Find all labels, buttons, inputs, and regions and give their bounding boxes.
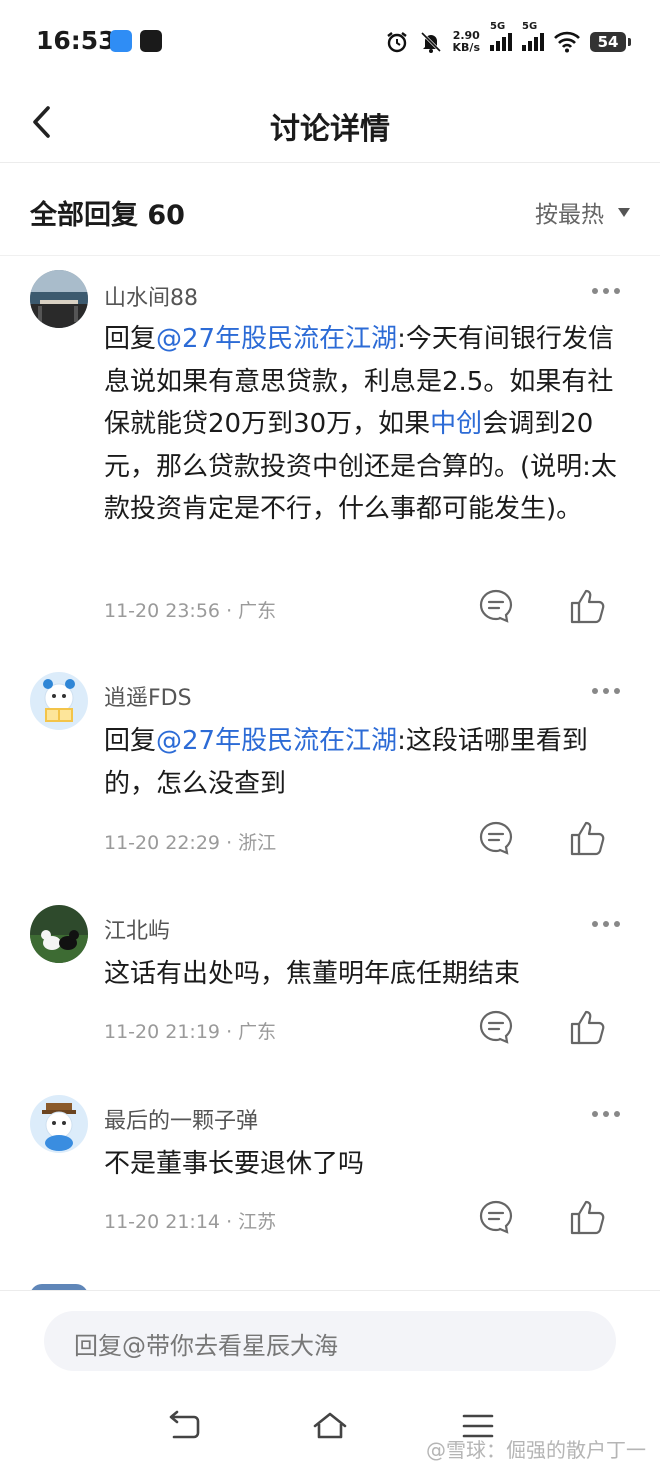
mention-link[interactable]: @27年股民流在江湖	[156, 324, 397, 354]
like-icon[interactable]	[568, 586, 608, 626]
comment-text: 这话有出处吗，焦董明年底任期结束	[104, 959, 521, 989]
reply-icon[interactable]	[478, 820, 514, 856]
comment-item: 逍遥FDS 回复@27年股民流在江湖:这段话哪里看到的，怎么没查到 11-20 …	[0, 662, 660, 862]
comment-item: 山水间88 回复@27年股民流在江湖:今天有间银行发信息说如果有意思贷款，利息是…	[0, 260, 660, 660]
comment-location: 浙江	[238, 832, 277, 854]
system-home-icon[interactable]	[310, 1409, 350, 1443]
username[interactable]: 逍遥FDS	[104, 680, 192, 712]
comment-time: 11-20 21:14	[104, 1211, 221, 1233]
username[interactable]: 最后的一颗子弹	[104, 1103, 258, 1135]
status-bar: 16:53 2.90 KB/s 5G 5G 54	[0, 0, 660, 84]
mute-bell-icon	[420, 31, 441, 53]
comment-location: 广东	[238, 1021, 277, 1043]
like-icon[interactable]	[568, 1007, 608, 1047]
comment-meta: 11-20 22:29 · 浙江	[104, 832, 277, 854]
comment-item: 最后的一颗子弹 不是董事长要退休了吗 11-20 21:14 · 江苏	[0, 1085, 660, 1245]
nav-bar: 讨论详情	[0, 84, 660, 163]
more-options-icon[interactable]	[592, 688, 620, 694]
reply-icon[interactable]	[478, 1009, 514, 1045]
more-options-icon[interactable]	[592, 288, 620, 294]
comment-location: 江苏	[238, 1211, 277, 1233]
net-speed: 2.90 KB/s	[452, 29, 480, 54]
comment-time: 11-20 21:19	[104, 1021, 221, 1043]
comment-meta: 11-20 21:19 · 广东	[104, 1021, 277, 1043]
comment-meta: 11-20 21:14 · 江苏	[104, 1211, 277, 1233]
comment-text: 不是董事长要退休了吗	[104, 1149, 365, 1179]
stock-link[interactable]: 中创	[430, 409, 482, 439]
username[interactable]: 山水间88	[104, 280, 198, 312]
comment-time: 11-20 23:56	[104, 600, 221, 622]
reply-icon[interactable]	[478, 1199, 514, 1235]
wifi-icon	[554, 31, 580, 53]
avatar[interactable]	[30, 672, 88, 730]
app-notification-icon	[110, 30, 132, 52]
avatar[interactable]	[30, 270, 88, 328]
status-icons: 2.90 KB/s 5G 5G 54	[385, 21, 631, 58]
mention-link[interactable]: @27年股民流在江湖	[156, 726, 397, 756]
comment-text: 回复@27年股民流在江湖:这段话哪里看到的，怎么没查到	[104, 726, 588, 799]
username[interactable]: 江北屿	[104, 913, 170, 945]
more-options-icon[interactable]	[592, 1111, 620, 1117]
signal-icon: 5G	[522, 21, 544, 51]
reply-placeholder: 回复@带你去看星辰大海	[74, 1332, 338, 1360]
reply-input[interactable]: 回复@带你去看星辰大海	[44, 1311, 616, 1371]
sort-label: 按最热	[535, 202, 604, 228]
signal-icon: 5G	[490, 21, 512, 51]
avatar[interactable]	[30, 905, 88, 963]
page-title: 讨论详情	[270, 112, 390, 147]
like-icon[interactable]	[568, 1197, 608, 1237]
replies-header: 全部回复 60 按最热	[0, 163, 660, 256]
system-back-icon[interactable]	[164, 1409, 204, 1443]
reply-icon[interactable]	[478, 588, 514, 624]
status-time: 16:53	[36, 26, 116, 55]
comment-location: 广东	[238, 600, 277, 622]
comment-item: 江北屿 这话有出处吗，焦董明年底任期结束 11-20 21:19 · 广东	[0, 895, 660, 1055]
more-options-icon[interactable]	[592, 921, 620, 927]
avatar[interactable]	[30, 1095, 88, 1153]
dropdown-arrow-icon	[618, 207, 630, 217]
sort-dropdown[interactable]: 按最热	[535, 195, 630, 229]
comment-time: 11-20 22:29	[104, 832, 221, 854]
alarm-icon	[386, 32, 407, 53]
battery-indicator: 54	[590, 32, 631, 52]
like-icon[interactable]	[568, 818, 608, 858]
app-notification-icon	[140, 30, 162, 52]
comment-meta: 11-20 23:56 · 广东	[104, 600, 277, 622]
watermark: @雪球：倔强的散户丁一	[426, 1438, 646, 1462]
replies-count-title: 全部回复 60	[30, 200, 185, 231]
comment-text: 回复@27年股民流在江湖:今天有间银行发信息说如果有意思贷款，利息是2.5。如果…	[104, 324, 617, 524]
